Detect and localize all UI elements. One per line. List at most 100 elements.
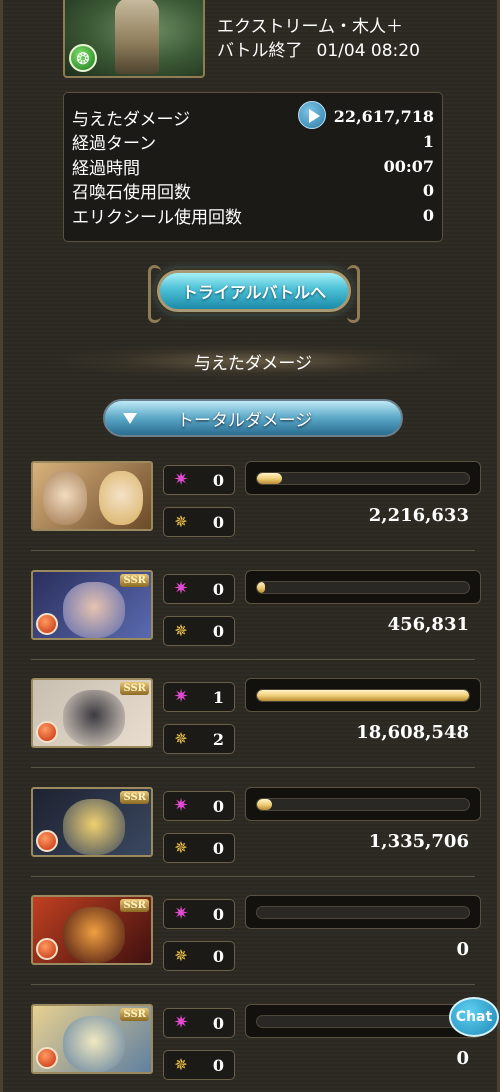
character-face [63, 799, 125, 855]
charge-attack-counter: ✷ 0 [163, 465, 235, 495]
skill-icon: ✵ [174, 729, 188, 748]
damage-bar-fill [257, 473, 283, 484]
character-portrait[interactable]: SSR [31, 678, 153, 748]
battle-end-line: バトル終了 01/04 08:20 [217, 36, 420, 61]
character-portrait[interactable]: SSR [31, 895, 153, 965]
row-divider [31, 876, 475, 877]
charge-attack-icon: ✷ [173, 903, 189, 924]
charge-attack-icon: ✷ [173, 578, 189, 599]
stat-label: 召喚石使用回数 [72, 183, 191, 204]
stat-row-damage: 与えたダメージ 22,617,718 [72, 101, 434, 130]
member-row: ✷ 0 ✵ 0 2,216,633 [31, 461, 481, 551]
damage-bar-track [256, 689, 470, 702]
skill-use-counter: ✵ 0 [163, 941, 235, 971]
character-portrait[interactable]: SSR [31, 787, 153, 857]
charge-attack-count: 0 [212, 796, 224, 816]
wind-element-icon: ❂ [69, 44, 97, 72]
battle-result-page: ❂ エクストリーム・木人＋ バトル終了 01/04 08:20 与えたダメージ 2… [0, 0, 500, 1092]
skill-use-counter: ✵ 0 [163, 1050, 235, 1080]
battle-datetime: 01/04 08:20 [316, 41, 420, 61]
character-portrait[interactable]: SSR [31, 1004, 153, 1074]
row-divider [31, 659, 475, 660]
skill-use-count: 2 [212, 729, 224, 749]
damage-value: 1,335,706 [368, 831, 469, 852]
charge-attack-count: 0 [212, 1013, 224, 1033]
damage-value: 18,608,548 [356, 722, 469, 743]
character-portrait[interactable]: SSR [31, 570, 153, 640]
skill-icon: ✵ [174, 512, 188, 531]
charge-attack-icon: ✷ [173, 1012, 189, 1033]
stat-row-summons: 召喚石使用回数 0 [72, 179, 434, 204]
ssr-badge: SSR [120, 899, 149, 912]
stat-row-time: 経過時間 00:07 [72, 154, 434, 179]
row-divider [31, 550, 475, 551]
damage-bar [245, 678, 481, 712]
character-face [63, 1016, 125, 1072]
skill-icon: ✵ [174, 946, 188, 965]
damage-bar [245, 895, 481, 929]
row-divider [31, 984, 475, 985]
damage-value: 2,216,633 [368, 505, 469, 526]
character-face [43, 471, 87, 525]
row-divider [31, 767, 475, 768]
skill-use-counter: ✵ 0 [163, 833, 235, 863]
charge-attack-count: 1 [212, 687, 224, 707]
fire-element-icon [36, 721, 58, 743]
trial-battle-button[interactable]: トライアルバトルへ [148, 265, 360, 323]
damage-type-dropdown[interactable]: トータルダメージ [103, 399, 403, 437]
damage-bar-fill [257, 799, 273, 810]
stat-value: 22,617,718 [333, 107, 434, 127]
damage-bar [245, 787, 481, 821]
replay-play-icon[interactable] [297, 101, 326, 130]
damage-bar-fill [257, 690, 469, 701]
damage-bar [245, 461, 481, 495]
skill-use-count: 0 [212, 621, 224, 641]
charge-attack-count: 0 [212, 470, 224, 490]
quest-name: エクストリーム・木人＋ [217, 17, 403, 37]
charge-attack-counter: ✷ 0 [163, 574, 235, 604]
member-row: SSR ✷ 0 ✵ 0 1,335,706 [31, 787, 481, 877]
character-face [63, 582, 125, 638]
stat-value: 1 [422, 132, 434, 152]
stat-value: 00:07 [383, 156, 434, 176]
skill-use-count: 0 [212, 1055, 224, 1075]
training-dummy-image [115, 0, 159, 74]
skill-use-counter: ✵ 0 [163, 507, 235, 537]
quest-thumbnail: ❂ [63, 0, 205, 78]
damage-bar [245, 1004, 481, 1038]
skill-icon: ✵ [174, 838, 188, 857]
skill-use-counter: ✵ 2 [163, 724, 235, 754]
stat-value: 0 [422, 205, 434, 225]
damage-bar-track [256, 472, 470, 485]
character-face [99, 471, 143, 525]
damage-value: 456,831 [387, 614, 469, 635]
caret-down-icon [123, 412, 137, 424]
stat-label: 経過ターン [72, 134, 157, 155]
charge-attack-counter: ✷ 0 [163, 899, 235, 929]
damage-bar-track [256, 798, 470, 811]
battle-status: バトル終了 [217, 41, 303, 61]
stat-row-turns: 経過ターン 1 [72, 130, 434, 155]
charge-attack-icon: ✷ [173, 686, 189, 707]
skill-use-count: 0 [212, 946, 224, 966]
fire-element-icon [36, 1047, 58, 1069]
damage-bar-track [256, 1015, 470, 1028]
damage-bar-fill [257, 582, 266, 593]
fire-element-icon [36, 938, 58, 960]
stat-row-elixirs: エリクシール使用回数 0 [72, 203, 434, 228]
character-face [63, 907, 125, 963]
member-row: SSR ✷ 0 ✵ 0 0 [31, 1004, 481, 1092]
chat-button[interactable]: Chat [449, 997, 499, 1037]
damage-bar-track [256, 906, 470, 919]
stat-label: エリクシール使用回数 [72, 207, 242, 228]
charge-attack-icon: ✷ [173, 469, 189, 490]
character-portrait[interactable] [31, 461, 153, 531]
member-row: SSR ✷ 0 ✵ 0 0 [31, 895, 481, 985]
ssr-badge: SSR [120, 1008, 149, 1021]
charge-attack-icon: ✷ [173, 795, 189, 816]
skill-use-counter: ✵ 0 [163, 616, 235, 646]
character-face [63, 690, 125, 746]
fire-element-icon [36, 830, 58, 852]
stat-value: 0 [422, 181, 434, 201]
skill-icon: ✵ [174, 1055, 188, 1074]
